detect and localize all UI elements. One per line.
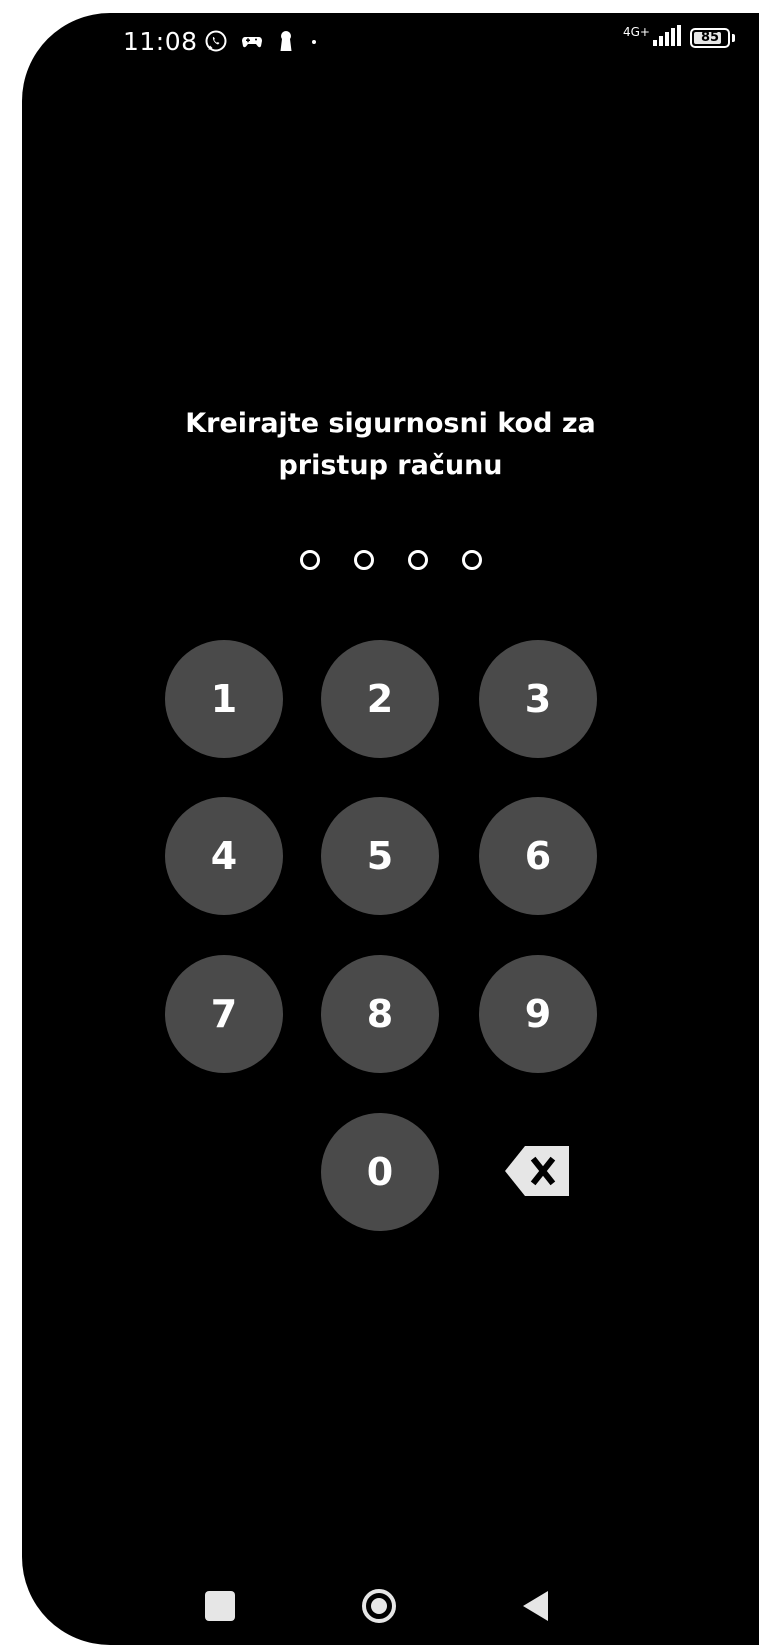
recents-icon[interactable]	[205, 1591, 235, 1621]
key-6[interactable]: 6	[479, 797, 597, 915]
key-8[interactable]: 8	[321, 955, 439, 1073]
phone-screen: 11:08 4G+ 85 Kreirajte sigurnosni kod za…	[22, 13, 759, 1645]
back-icon[interactable]	[520, 1589, 550, 1623]
key-0[interactable]: 0	[321, 1113, 439, 1231]
key-9[interactable]: 9	[479, 955, 597, 1073]
key-7[interactable]: 7	[165, 955, 283, 1073]
home-icon[interactable]	[361, 1588, 397, 1624]
key-2[interactable]: 2	[321, 640, 439, 758]
key-3[interactable]: 3	[479, 640, 597, 758]
nav-bar	[22, 1565, 759, 1645]
key-4[interactable]: 4	[165, 797, 283, 915]
backspace-icon	[505, 1146, 569, 1196]
key-5[interactable]: 5	[321, 797, 439, 915]
keypad: 1 2 3 4 5 6 7 8 9 0	[22, 13, 759, 1645]
key-1[interactable]: 1	[165, 640, 283, 758]
backspace-button[interactable]	[503, 1144, 571, 1198]
